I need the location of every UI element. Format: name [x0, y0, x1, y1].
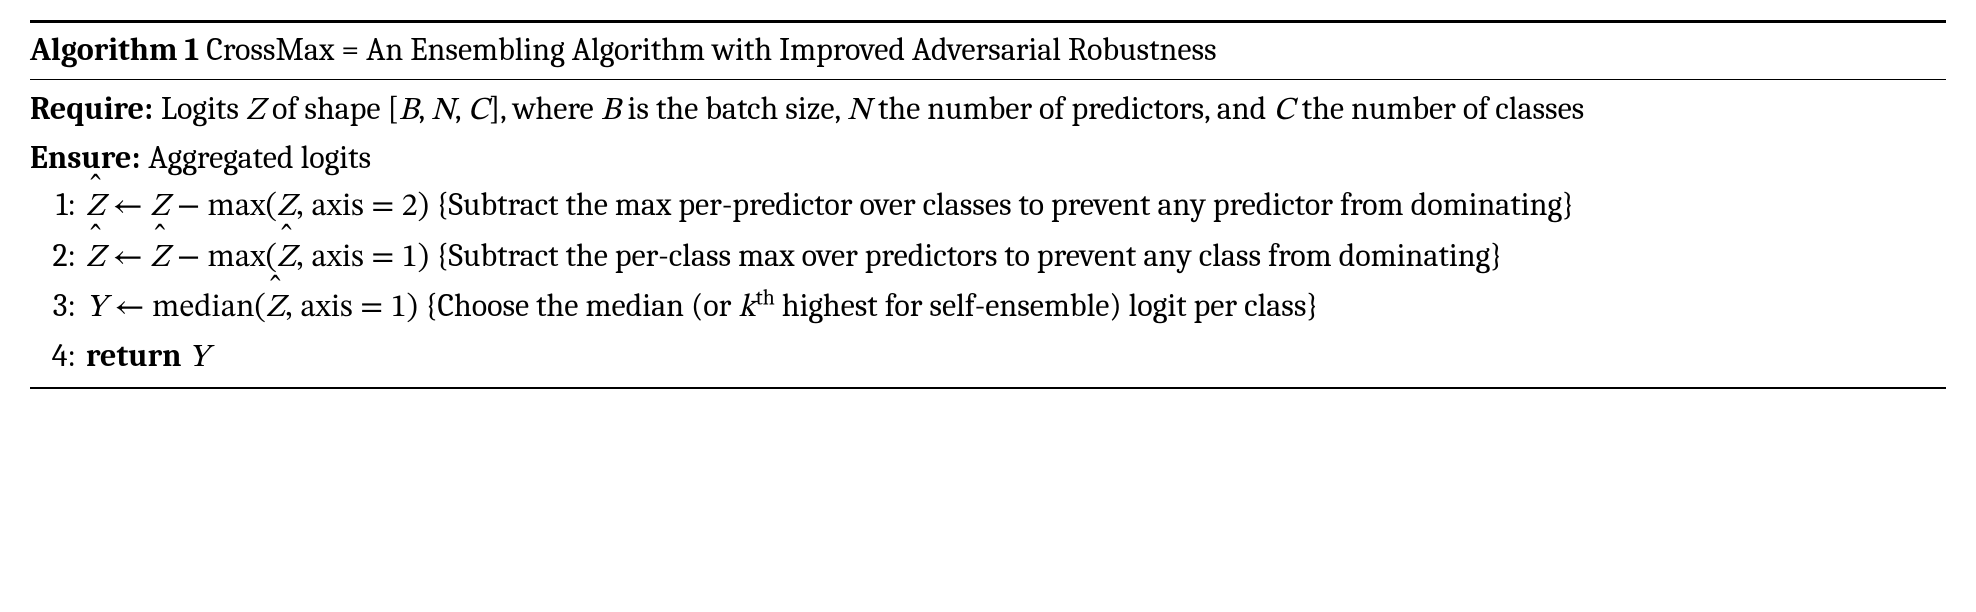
arrow: ←: [105, 191, 150, 223]
require-keyword: Require:: [30, 86, 161, 132]
algo-step: 1: Z ← Z − max(Z, axis = 2) {Subtract th…: [30, 181, 1946, 231]
algorithm-title-row: Algorithm 1 CrossMax = An Ensembling Alg…: [30, 23, 1946, 80]
require-text: is the batch size,: [621, 90, 848, 127]
ensure-line: Ensure: Aggregated logits: [30, 135, 1946, 181]
axis-arg: , axis = 1): [296, 242, 429, 274]
algorithm-label: Algorithm 1: [30, 31, 199, 68]
step-number: 2:: [30, 233, 86, 279]
step-comment: {Subtract the per-class max over predict…: [429, 237, 1503, 274]
arrow: ←: [105, 242, 150, 274]
algorithm-block: Algorithm 1 CrossMax = An Ensembling Alg…: [30, 20, 1946, 389]
op-minus-max: − max(: [169, 191, 276, 223]
var-Z: Z: [246, 95, 265, 127]
require-text: the number of classes: [1295, 90, 1584, 127]
algo-step: 4: return Y: [30, 332, 1946, 382]
step-number: 3:: [30, 283, 86, 329]
var-Y: Y: [189, 342, 210, 374]
algorithm-body: Require: Logits Z of shape [B, N, C], wh…: [30, 80, 1946, 386]
require-text: ,: [418, 90, 431, 127]
var-N: N: [847, 95, 871, 127]
require-content: Logits Z of shape [B, N, C], where B is …: [161, 86, 1946, 134]
step-content: return Y: [86, 333, 1946, 381]
arrow: ←: [107, 292, 152, 324]
step-content: Y ← median(Z, axis = 1) {Choose the medi…: [86, 283, 1946, 331]
axis-arg: , axis = 2): [296, 191, 429, 223]
require-text: the number of predictors, and: [871, 90, 1273, 127]
axis-arg: , axis = 1): [285, 292, 418, 324]
step-content: Z ← Z − max(Z, axis = 1) {Subtract the p…: [86, 233, 1946, 281]
var-Y: Y: [86, 292, 107, 324]
var-Zhat: Z: [150, 235, 169, 281]
require-text: Logits: [161, 90, 246, 127]
algo-step: 3: Y ← median(Z, axis = 1) {Choose the m…: [30, 282, 1946, 332]
var-N: N: [431, 95, 455, 127]
superscript-th: th: [756, 285, 775, 310]
return-keyword: return: [86, 337, 189, 374]
require-text: ,: [455, 90, 468, 127]
step-comment: {Subtract the max per-predictor over cla…: [429, 186, 1574, 223]
var-C: C: [1273, 95, 1294, 127]
op-median: median(: [152, 292, 266, 324]
op-minus-max: − max(: [169, 242, 276, 274]
step-content: Z ← Z − max(Z, axis = 2) {Subtract the m…: [86, 182, 1946, 230]
var-C: C: [468, 95, 489, 127]
ensure-content: Aggregated logits: [148, 135, 1946, 181]
step-comment: highest for self-ensemble) logit per cla…: [775, 287, 1319, 324]
step-number: 1:: [30, 182, 86, 228]
var-B: B: [601, 95, 621, 127]
step-comment: {Choose the median (or: [418, 287, 738, 324]
step-number: 4:: [30, 333, 86, 379]
algorithm-title: CrossMax = An Ensembling Algorithm with …: [199, 31, 1216, 68]
require-text: of shape [: [265, 90, 399, 127]
var-B: B: [399, 95, 419, 127]
var-Zhat: Z: [86, 235, 105, 281]
require-text: ], where: [489, 90, 601, 127]
var-k: k: [738, 292, 755, 324]
algo-step: 2: Z ← Z − max(Z, axis = 1) {Subtract th…: [30, 232, 1946, 282]
var-Zhat: Z: [266, 285, 285, 331]
require-line: Require: Logits Z of shape [B, N, C], wh…: [30, 86, 1946, 134]
